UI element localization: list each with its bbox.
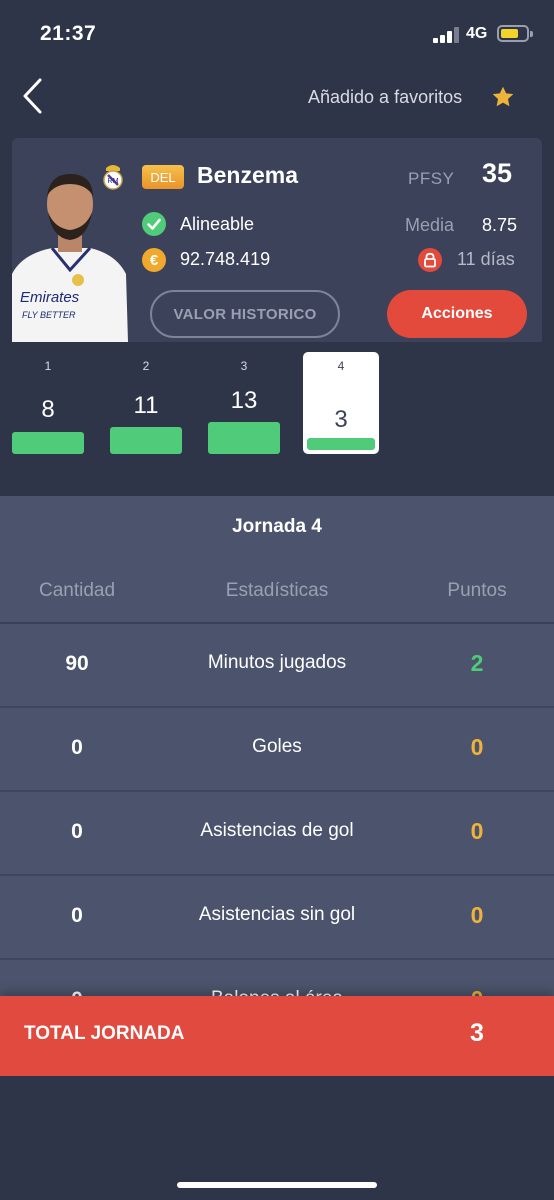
check-circle-icon — [142, 212, 166, 236]
player-card: Emirates FLY BETTER RM DEL Benzema PFSY … — [12, 138, 542, 342]
status-time: 21:37 — [40, 22, 97, 45]
round-tab-3[interactable]: 3 13 — [206, 352, 282, 454]
stat-name: Minutos jugados — [207, 652, 347, 673]
stat-quantity: 0 — [71, 736, 83, 759]
stat-name: Goles — [252, 736, 302, 757]
round-selector: 1 8 2 11 3 13 4 3 — [0, 342, 554, 470]
round-bar — [208, 422, 280, 454]
stat-quantity: 90 — [65, 652, 89, 675]
total-value: 3 — [470, 1019, 484, 1047]
stat-header: Estadísticas — [225, 580, 329, 601]
quantity-header: Cantidad — [38, 580, 116, 601]
home-indicator[interactable] — [177, 1182, 377, 1188]
history-value-button[interactable]: VALOR HISTORICO — [150, 290, 340, 338]
status-bar: 21:37 4G — [0, 0, 554, 66]
stat-points: 0 — [470, 902, 484, 928]
media-value: 8.75 — [482, 215, 518, 235]
stat-quantity: 0 — [71, 820, 83, 843]
round-points: 11 — [133, 392, 159, 419]
star-icon[interactable] — [490, 84, 516, 110]
round-points: 8 — [41, 396, 55, 423]
stat-points: 0 — [470, 734, 484, 760]
player-name: Benzema — [197, 162, 298, 188]
actions-button[interactable]: Acciones — [387, 290, 527, 338]
total-round-bar: TOTAL JORNADA 3 — [0, 996, 554, 1076]
round-tab-1[interactable]: 1 8 — [10, 352, 86, 454]
round-number: 3 — [240, 359, 248, 373]
round-number: 2 — [142, 359, 150, 373]
round-points: 13 — [230, 387, 258, 414]
stat-points: 2 — [470, 650, 484, 676]
round-bar — [12, 432, 84, 454]
league-label: PFSY — [408, 169, 455, 188]
player-points: 35 — [482, 158, 513, 188]
club-crest-icon: RM — [103, 165, 123, 190]
lock-days: 11 días — [457, 249, 515, 269]
svg-text:RM: RM — [108, 178, 119, 185]
round-bar — [110, 427, 182, 454]
round-number: 4 — [337, 359, 345, 373]
market-value: 92.748.419 — [180, 249, 271, 269]
svg-text:Emirates: Emirates — [20, 289, 80, 306]
svg-text:FLY BETTER: FLY BETTER — [22, 310, 76, 320]
round-number: 1 — [44, 359, 52, 373]
network-type: 4G — [466, 25, 488, 42]
round-bar — [307, 438, 375, 450]
nav-header: Añadido a favoritos — [0, 66, 554, 130]
total-label: TOTAL JORNADA — [24, 1023, 185, 1044]
bottom-area — [0, 1076, 554, 1200]
cellular-signal-icon — [433, 27, 461, 43]
availability-status: Alineable — [180, 214, 255, 234]
favorites-label[interactable]: Añadido a favoritos — [308, 87, 462, 108]
stat-quantity: 0 — [71, 904, 83, 927]
stat-points: 0 — [470, 818, 484, 844]
round-title: Jornada 4 — [232, 516, 322, 537]
stat-row: 0 Goles 0 — [0, 708, 554, 792]
media-label: Media — [405, 215, 455, 235]
lock-icon — [418, 248, 442, 272]
round-tab-4[interactable]: 4 3 — [303, 352, 379, 454]
round-points: 3 — [334, 406, 348, 433]
stat-name: Asistencias de gol — [200, 820, 354, 841]
stat-name: Asistencias sin gol — [198, 904, 356, 925]
round-tab-2[interactable]: 2 11 — [108, 352, 184, 454]
euro-icon: € — [142, 248, 166, 272]
back-button[interactable] — [18, 76, 52, 116]
points-header: Puntos — [447, 580, 507, 601]
stat-row: 0 Asistencias sin gol 0 — [0, 876, 554, 960]
stat-row: 90 Minutos jugados 2 — [0, 624, 554, 708]
stat-row: 0 Asistencias de gol 0 — [0, 792, 554, 876]
battery-icon — [497, 25, 533, 42]
position-badge: DEL — [142, 165, 184, 189]
